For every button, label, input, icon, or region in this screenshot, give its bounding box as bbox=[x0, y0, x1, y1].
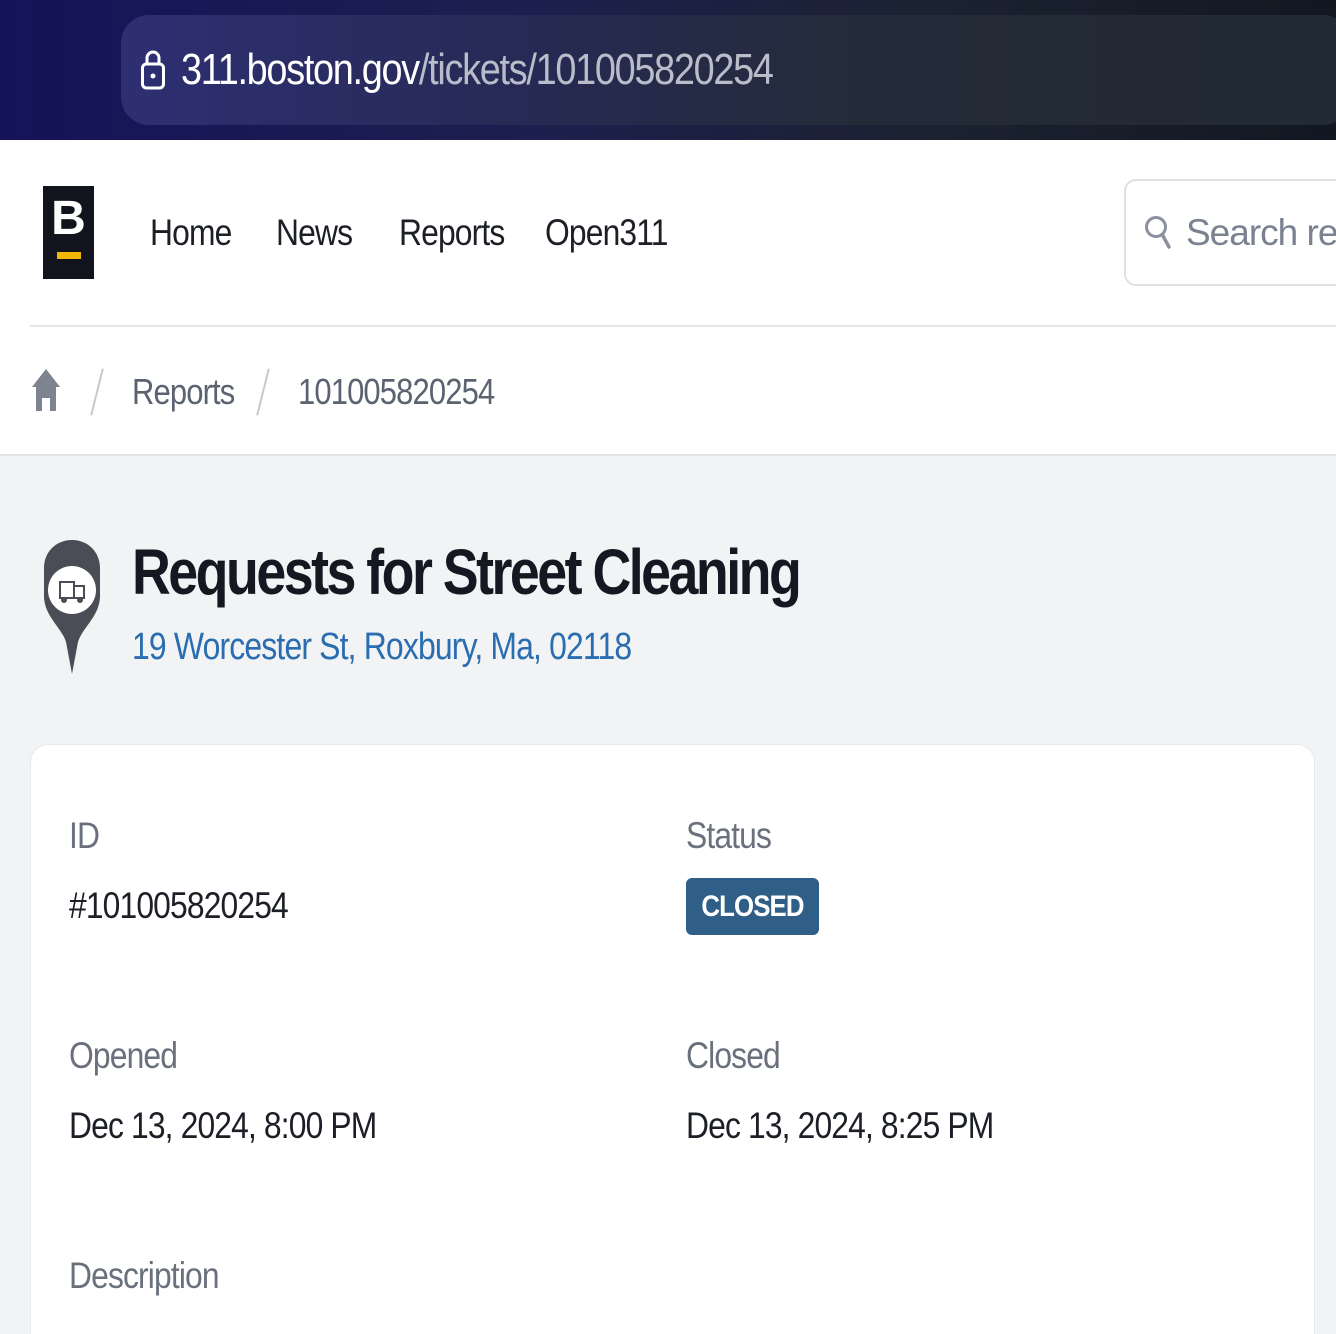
breadcrumb-separator bbox=[256, 368, 270, 416]
breadcrumb-ticket-id: 101005820254 bbox=[298, 371, 495, 412]
closed-label: Closed bbox=[686, 1035, 781, 1076]
main-nav: Home News Reports Open311 bbox=[150, 212, 688, 254]
opened-label: Opened bbox=[69, 1035, 178, 1076]
street-sweeper-truck-icon bbox=[42, 538, 102, 681]
search-box[interactable] bbox=[1124, 179, 1336, 286]
nav-reports[interactable]: Reports bbox=[399, 212, 525, 254]
url-host: 311.boston.gov bbox=[181, 45, 420, 94]
breadcrumb-separator bbox=[90, 368, 104, 416]
page-title: Requests for Street Cleaning bbox=[132, 536, 802, 608]
search-icon bbox=[1145, 215, 1171, 249]
logo-accent-bar bbox=[56, 252, 81, 259]
header-divider bbox=[30, 325, 1336, 327]
status-label: Status bbox=[686, 815, 772, 856]
ticket-details-card: ID #101005820254 Status CLOSED Opened De… bbox=[30, 744, 1315, 1334]
ticket-address-link[interactable]: 19 Worcester St, Roxbury, Ma, 02118 bbox=[132, 626, 632, 669]
browser-toolbar: 311.boston.gov/tickets/101005820254 bbox=[0, 0, 1336, 140]
status-badge: CLOSED bbox=[686, 878, 820, 935]
description-label: Description bbox=[69, 1255, 220, 1296]
breadcrumb-reports[interactable]: Reports bbox=[132, 371, 235, 413]
closed-value: Dec 13, 2024, 8:25 PM bbox=[686, 1105, 994, 1146]
home-icon[interactable] bbox=[30, 366, 62, 419]
nav-open311[interactable]: Open311 bbox=[545, 212, 668, 254]
logo-letter: B bbox=[51, 192, 86, 245]
url-path: /tickets/101005820254 bbox=[418, 45, 774, 94]
id-value: #101005820254 bbox=[69, 885, 289, 926]
site-header: B Home News Reports Open311 Reports 1010… bbox=[0, 140, 1336, 456]
breadcrumb: Reports 101005820254 bbox=[30, 362, 526, 422]
address-bar[interactable]: 311.boston.gov/tickets/101005820254 bbox=[121, 15, 1336, 125]
lock-icon[interactable] bbox=[141, 48, 165, 92]
boston-logo[interactable]: B bbox=[43, 186, 94, 279]
opened-value: Dec 13, 2024, 8:00 PM bbox=[69, 1105, 377, 1146]
search-input[interactable] bbox=[1186, 211, 1336, 254]
url-text[interactable]: 311.boston.gov/tickets/101005820254 bbox=[181, 45, 774, 95]
id-label: ID bbox=[69, 815, 100, 856]
status-badge-text: CLOSED bbox=[701, 889, 804, 923]
nav-home[interactable]: Home bbox=[150, 212, 258, 254]
nav-news[interactable]: News bbox=[276, 212, 382, 254]
